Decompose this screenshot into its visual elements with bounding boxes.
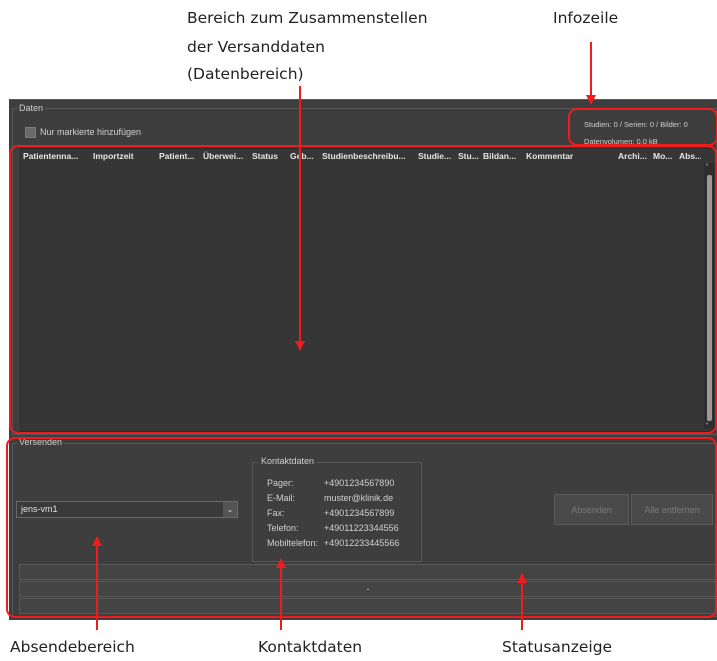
annotation-arrows: [92, 42, 596, 630]
